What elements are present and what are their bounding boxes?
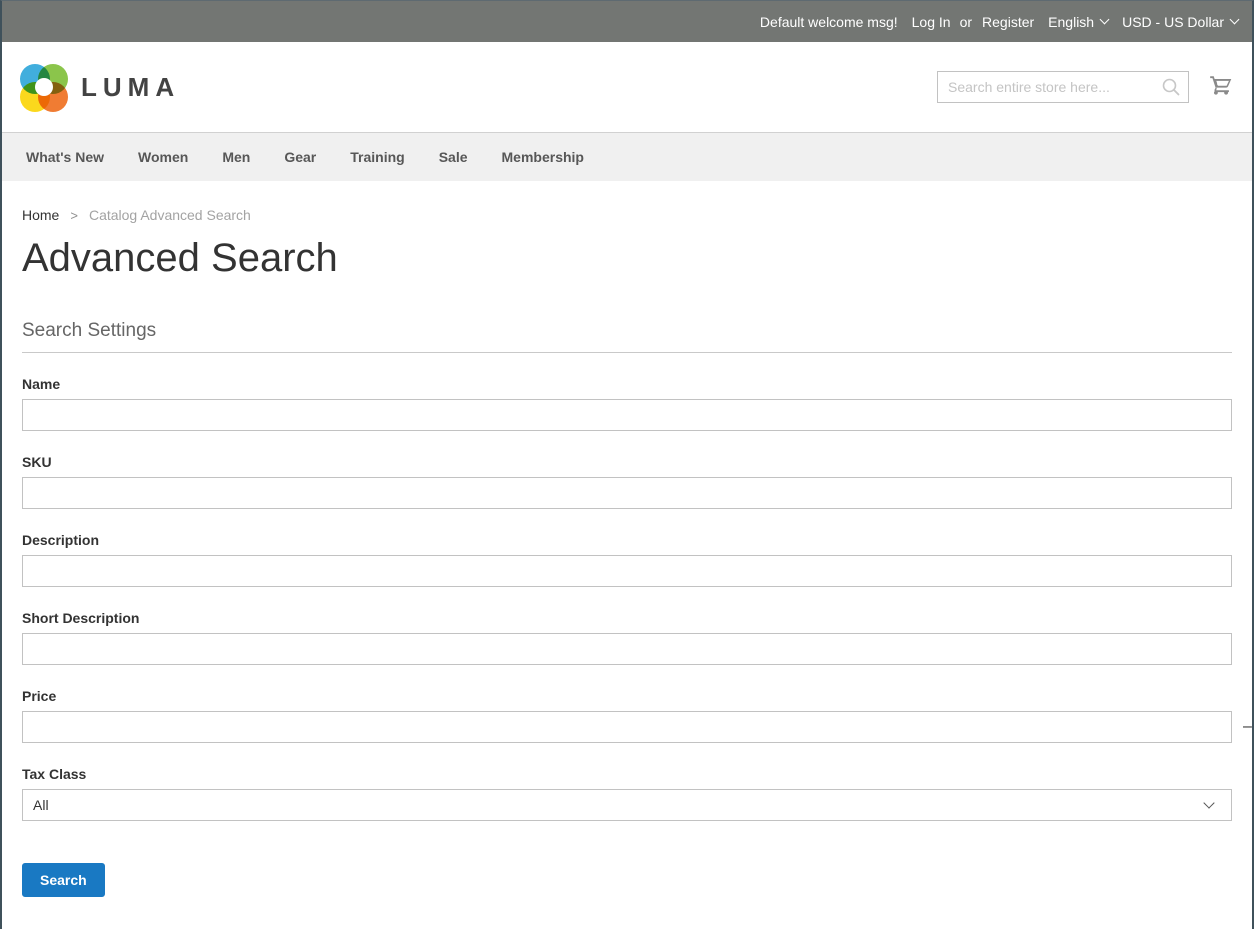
- top-bar: Default welcome msg! Log In or Register …: [2, 1, 1252, 42]
- name-label: Name: [22, 376, 1232, 392]
- name-input[interactable]: [22, 399, 1232, 431]
- price-label: Price: [22, 688, 1232, 704]
- search-input[interactable]: [937, 71, 1189, 103]
- luma-logo-icon: [20, 61, 68, 113]
- field-price: Price – USD: [22, 688, 1232, 743]
- short-description-label: Short Description: [22, 610, 1232, 626]
- main-navigation: What's New Women Men Gear Training Sale …: [2, 132, 1252, 181]
- field-short-description: Short Description: [22, 610, 1232, 665]
- field-name: Name: [22, 376, 1232, 431]
- currency-switcher-label: USD - US Dollar: [1122, 14, 1224, 30]
- currency-switcher[interactable]: USD - US Dollar: [1122, 14, 1238, 30]
- page-header: LUMA: [2, 42, 1252, 132]
- welcome-message: Default welcome msg!: [760, 14, 898, 30]
- nav-item-gear[interactable]: Gear: [284, 149, 316, 165]
- search-icon[interactable]: [1160, 76, 1182, 103]
- nav-item-men[interactable]: Men: [222, 149, 250, 165]
- sku-input[interactable]: [22, 477, 1232, 509]
- sku-label: SKU: [22, 454, 1232, 470]
- nav-item-membership[interactable]: Membership: [502, 149, 584, 165]
- breadcrumb-separator-icon: >: [70, 208, 78, 223]
- search-submit-button[interactable]: Search: [22, 863, 105, 897]
- tax-class-select[interactable]: All: [22, 789, 1232, 821]
- register-link[interactable]: Register: [982, 14, 1034, 30]
- nav-item-sale[interactable]: Sale: [439, 149, 468, 165]
- short-description-input[interactable]: [22, 633, 1232, 665]
- browser-viewport: Default welcome msg! Log In or Register …: [0, 0, 1254, 929]
- field-tax-class: Tax Class All: [22, 766, 1232, 821]
- store-logo[interactable]: LUMA: [20, 61, 180, 113]
- description-input[interactable]: [22, 555, 1232, 587]
- nav-item-whats-new[interactable]: What's New: [26, 149, 104, 165]
- chevron-down-icon: [1230, 15, 1240, 25]
- login-link[interactable]: Log In: [912, 14, 951, 30]
- breadcrumb-current: Catalog Advanced Search: [89, 207, 251, 223]
- language-switcher-label: English: [1048, 14, 1094, 30]
- breadcrumb: Home > Catalog Advanced Search: [22, 207, 1232, 223]
- minicart-button[interactable]: [1208, 72, 1234, 103]
- fieldset-legend: Search Settings: [22, 320, 1232, 353]
- advanced-search-form: Search Settings Name SKU Description Sho…: [22, 320, 1232, 897]
- or-text: or: [960, 14, 972, 30]
- breadcrumb-home-link[interactable]: Home: [22, 207, 59, 223]
- page-title: Advanced Search: [22, 236, 1232, 281]
- price-range-separator: –: [1243, 718, 1252, 736]
- nav-item-training[interactable]: Training: [350, 149, 404, 165]
- language-switcher[interactable]: English: [1048, 14, 1108, 30]
- tax-class-label: Tax Class: [22, 766, 1232, 782]
- logo-text: LUMA: [81, 72, 180, 103]
- description-label: Description: [22, 532, 1232, 548]
- chevron-down-icon: [1100, 15, 1110, 25]
- price-from-input[interactable]: [22, 711, 1232, 743]
- nav-item-women[interactable]: Women: [138, 149, 188, 165]
- field-description: Description: [22, 532, 1232, 587]
- main-content: Home > Catalog Advanced Search Advanced …: [2, 207, 1252, 897]
- header-search: [937, 71, 1189, 103]
- cart-icon: [1208, 72, 1234, 103]
- field-sku: SKU: [22, 454, 1232, 509]
